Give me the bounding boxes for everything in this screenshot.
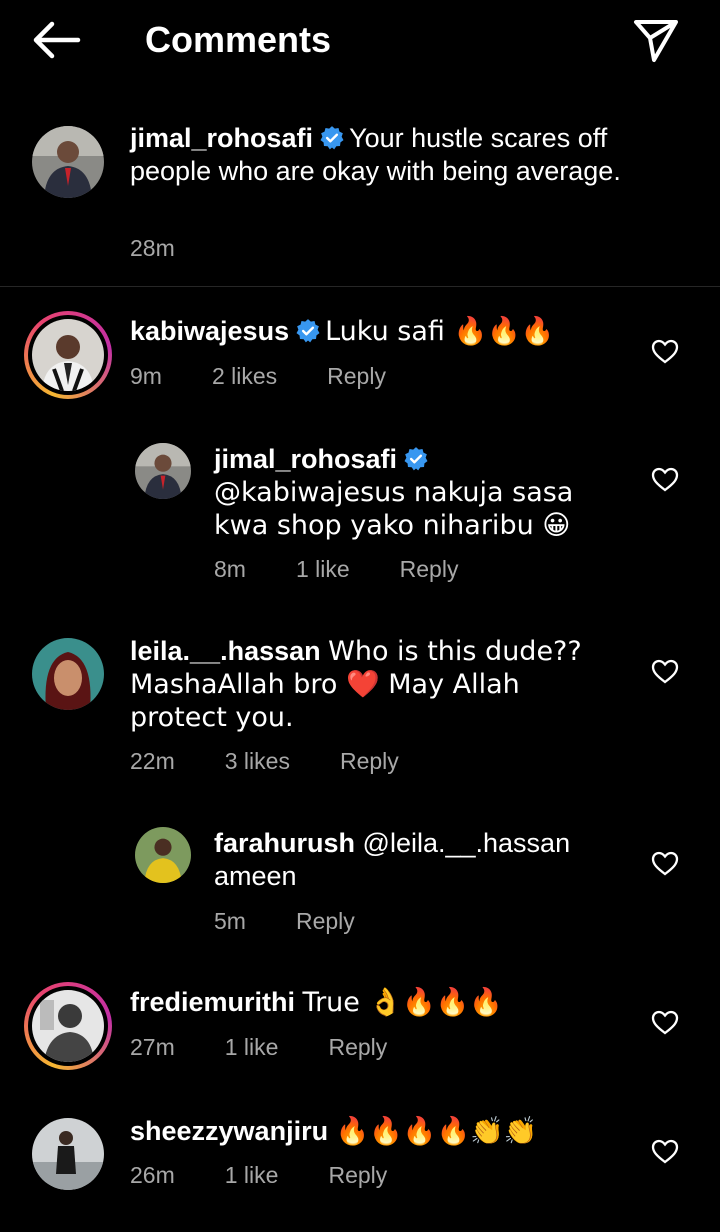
comment-time: 22m xyxy=(130,748,175,774)
comment-text: Luku safi 🔥🔥🔥 xyxy=(325,316,555,347)
reply-button[interactable]: Reply xyxy=(296,908,355,934)
comment-text-block: sheezzywanjiru 🔥🔥🔥🔥👏👏 xyxy=(130,1115,620,1148)
comment-time: 5m xyxy=(214,908,246,934)
reply-button[interactable]: Reply xyxy=(328,1162,387,1188)
comment-likes[interactable]: 1 like xyxy=(296,556,350,582)
comment-username[interactable]: frediemurithi xyxy=(130,987,295,1017)
avatar[interactable] xyxy=(32,638,104,710)
verified-badge-icon xyxy=(296,319,320,343)
reply-button[interactable]: Reply xyxy=(340,748,399,774)
comment-username[interactable]: kabiwajesus xyxy=(130,316,289,346)
comment-likes[interactable]: 1 like xyxy=(225,1034,279,1060)
caption-text-block: jimal_rohosafi Your hustle scares off peo… xyxy=(130,122,650,188)
comment-text-block: leila.__.hassan Who is this dude?? Masha… xyxy=(130,635,620,734)
story-ring[interactable] xyxy=(24,982,112,1070)
comment-username[interactable]: sheezzywanjiru xyxy=(130,1116,328,1146)
comment-time: 8m xyxy=(214,556,246,582)
comment-username[interactable]: leila.__.hassan xyxy=(130,636,321,666)
comment-meta: 27m 1 like Reply xyxy=(130,1033,387,1061)
caption-meta: 28m xyxy=(130,234,175,262)
comment-likes[interactable]: 1 like xyxy=(225,1162,279,1188)
caption-username[interactable]: jimal_rohosafi xyxy=(130,123,313,153)
caption-time: 28m xyxy=(130,235,175,261)
heart-icon[interactable] xyxy=(650,1008,680,1036)
reply-button[interactable]: Reply xyxy=(328,1034,387,1060)
comment-meta: 8m 1 like Reply xyxy=(214,555,458,583)
comment-text-block: jimal_rohosafi@kabiwajesus nakuja sasa k… xyxy=(214,443,624,542)
comment-text: @kabiwajesus nakuja sasa kwa shop yako n… xyxy=(214,477,574,541)
comment-username[interactable]: farahurush xyxy=(214,828,355,858)
caption-divider xyxy=(0,286,720,287)
heart-icon[interactable] xyxy=(650,657,680,685)
comment-time: 9m xyxy=(130,363,162,389)
reply-button[interactable]: Reply xyxy=(327,363,386,389)
comment-text: 🔥🔥🔥🔥👏👏 xyxy=(335,1116,538,1147)
comment-time: 27m xyxy=(130,1034,175,1060)
comment-meta: 22m 3 likes Reply xyxy=(130,747,399,775)
avatar xyxy=(32,990,104,1062)
heart-icon[interactable] xyxy=(650,337,680,365)
avatar[interactable] xyxy=(135,443,191,499)
avatar[interactable] xyxy=(32,1118,104,1190)
heart-icon[interactable] xyxy=(650,1137,680,1165)
comment-time: 26m xyxy=(130,1162,175,1188)
verified-badge-icon xyxy=(404,447,428,471)
comment-text-block: farahurush @leila.__.hassan ameen xyxy=(214,827,624,893)
story-ring[interactable] xyxy=(24,311,112,399)
page-title: Comments xyxy=(145,19,332,60)
direct-message-icon[interactable] xyxy=(630,14,682,66)
avatar xyxy=(32,319,104,391)
back-arrow-icon[interactable] xyxy=(30,18,82,62)
avatar[interactable] xyxy=(135,827,191,883)
avatar[interactable] xyxy=(32,126,104,198)
comment-meta: 26m 1 like Reply xyxy=(130,1161,387,1189)
comment-meta: 5m Reply xyxy=(214,907,355,935)
comment-username[interactable]: jimal_rohosafi xyxy=(214,444,397,474)
header: Comments xyxy=(0,0,720,84)
comment-likes[interactable]: 2 likes xyxy=(212,363,277,389)
comment-text-block: kabiwajesus Luku safi 🔥🔥🔥 xyxy=(130,315,620,348)
reply-button[interactable]: Reply xyxy=(400,556,459,582)
heart-icon[interactable] xyxy=(650,849,680,877)
heart-icon[interactable] xyxy=(650,465,680,493)
comment-text: True 👌🔥🔥🔥 xyxy=(302,987,503,1018)
comment-text-block: frediemurithi True 👌🔥🔥🔥 xyxy=(130,986,620,1019)
comment-likes[interactable]: 3 likes xyxy=(225,748,290,774)
comment-meta: 9m 2 likes Reply xyxy=(130,362,386,390)
verified-badge-icon xyxy=(320,126,344,150)
